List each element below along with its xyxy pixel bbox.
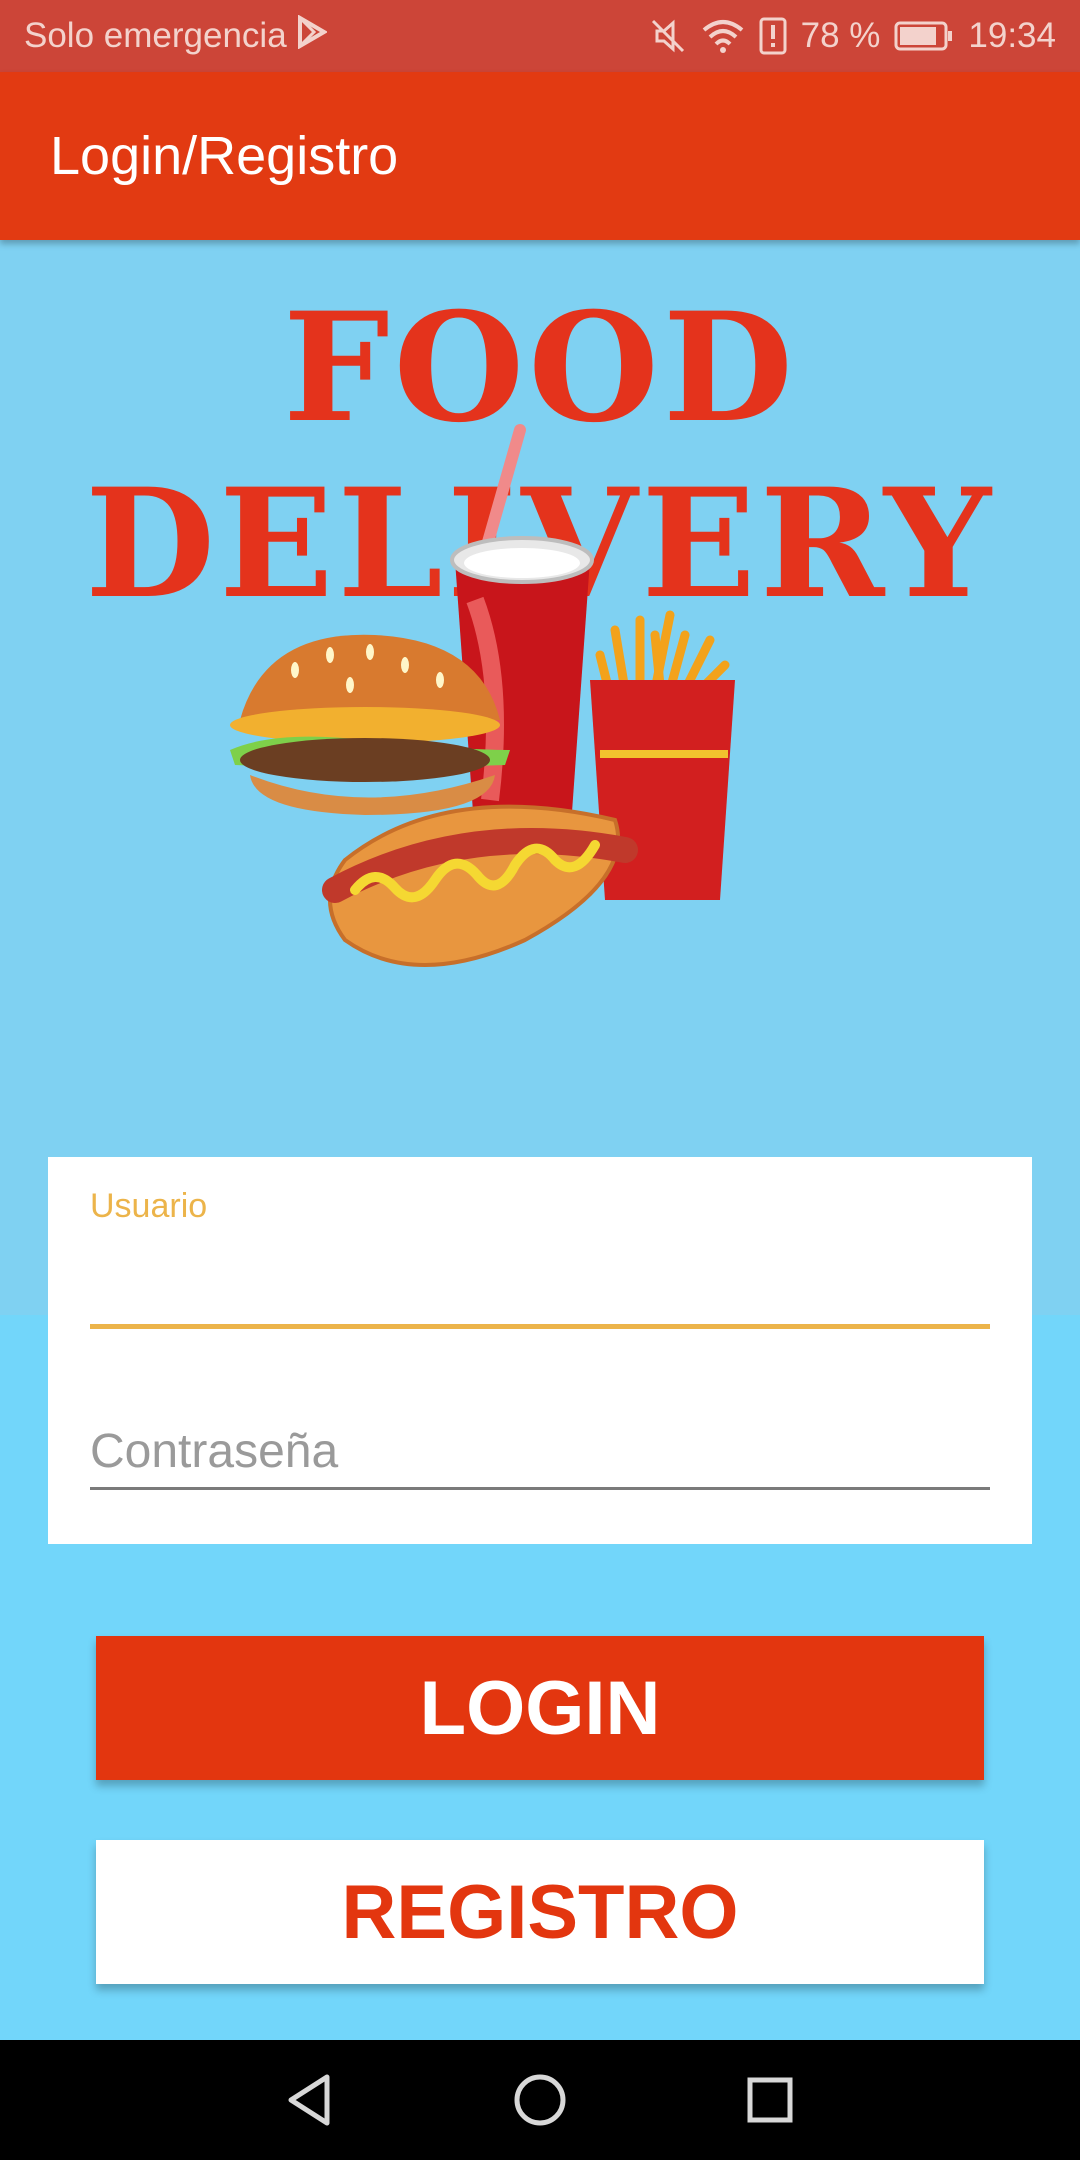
- username-underline: [90, 1324, 990, 1329]
- home-icon[interactable]: [505, 2065, 575, 2135]
- fast-food-illustration: [230, 424, 735, 967]
- login-button[interactable]: LOGIN: [96, 1636, 984, 1780]
- back-icon[interactable]: [275, 2065, 345, 2135]
- username-label: Usuario: [90, 1187, 208, 1225]
- carrier-text: Solo emergencia: [24, 16, 287, 55]
- username-input[interactable]: [90, 1237, 990, 1307]
- hotdog-shape: [322, 804, 638, 967]
- status-bar: Solo emergencia 78 % 19:34: [0, 0, 1080, 72]
- app-bar-title: Login/Registro: [50, 126, 399, 186]
- mute-icon: [649, 17, 687, 55]
- recents-icon[interactable]: [735, 2065, 805, 2135]
- login-form-card: Usuario: [48, 1157, 1032, 1544]
- app-bar: Login/Registro: [0, 72, 1080, 240]
- system-nav-bar: [0, 2040, 1080, 2160]
- battery-level: 78 %: [800, 16, 881, 55]
- clock: 19:34: [968, 16, 1056, 55]
- battery-icon: [894, 20, 954, 52]
- status-right: 78 % 19:34: [649, 16, 1080, 56]
- alert-icon: [759, 17, 787, 55]
- wifi-icon: [701, 18, 745, 54]
- register-button[interactable]: REGISTRO: [96, 1840, 984, 1984]
- password-input[interactable]: [90, 1415, 990, 1487]
- play-store-icon: [297, 14, 328, 58]
- status-left: Solo emergencia: [0, 14, 328, 58]
- password-underline: [90, 1487, 990, 1490]
